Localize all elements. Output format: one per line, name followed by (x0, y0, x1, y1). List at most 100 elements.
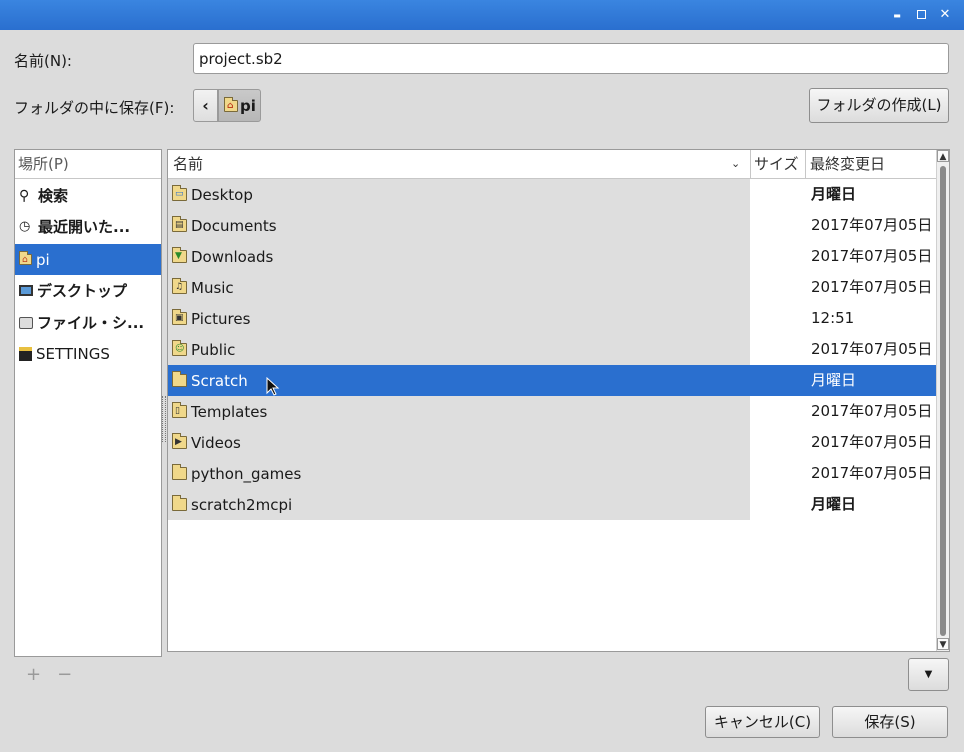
sort-chevron-down-icon[interactable]: ⌄ (731, 150, 740, 178)
places-item-recent[interactable]: ◷ 最近開いた... (15, 211, 161, 242)
pane-splitter-handle[interactable] (162, 396, 166, 442)
home-icon: ⌂ (19, 251, 32, 265)
file-modified: 月曜日 (811, 495, 857, 513)
places-item-label: SETTINGS (36, 344, 110, 363)
scroll-thumb[interactable] (940, 166, 946, 636)
file-list: 名前 ⌄ サイズ 最終変更日 ▭ Desktop 月曜日 ▤ Documents 2… (167, 149, 950, 652)
folder-music-icon: ♫ (172, 278, 187, 294)
places-header: 場所(P) (15, 150, 161, 179)
scroll-down-icon[interactable]: ▼ (937, 638, 949, 650)
folder-icon (172, 371, 187, 387)
file-modified: 12:51 (811, 309, 855, 327)
vertical-scrollbar[interactable]: ▲ ▼ (936, 150, 949, 651)
filename-input[interactable] (193, 43, 949, 74)
chevron-down-icon: ▼ (924, 669, 933, 680)
places-item-label: pi (36, 250, 50, 269)
file-modified: 2017年07月05日 (811, 433, 933, 451)
folder-videos-icon: ▶ (172, 433, 187, 449)
file-modified: 2017年07月05日 (811, 464, 933, 482)
minimize-icon: ▬ (893, 11, 901, 20)
column-header-size[interactable]: サイズ (754, 150, 799, 178)
file-name: python_games (191, 464, 302, 483)
file-modified: 2017年07月05日 (811, 247, 933, 265)
file-row-python-games[interactable]: python_games 2017年07月05日 (168, 458, 936, 489)
cancel-button[interactable]: キャンセル(C) (705, 706, 820, 738)
file-row-templates[interactable]: ▯ Templates 2017年07月05日 (168, 396, 936, 427)
places-item-label: ファイル・シ... (37, 314, 145, 332)
folder-label: フォルダの中に保存(F): (14, 99, 175, 117)
maximize-button[interactable] (912, 6, 930, 24)
file-row-desktop[interactable]: ▭ Desktop 月曜日 (168, 179, 936, 210)
places-sidebar: 場所(P) ⚲ 検索 ◷ 最近開いた... ⌂ pi デスクトップ ファイル・シ… (14, 149, 162, 657)
file-row-public[interactable]: ☺ Public 2017年07月05日 (168, 334, 936, 365)
file-modified: 2017年07月05日 (811, 340, 933, 358)
file-row-scratch2mcpi[interactable]: scratch2mcpi 月曜日 (168, 489, 936, 520)
places-item-label: 検索 (38, 187, 69, 205)
column-separator (805, 150, 806, 178)
places-item-settings[interactable]: SETTINGS (15, 338, 161, 369)
file-row-downloads[interactable]: ▼ Downloads 2017年07月05日 (168, 241, 936, 272)
file-modified: 2017年07月05日 (811, 216, 933, 234)
file-modified: 月曜日 (811, 371, 857, 389)
mouse-cursor-icon (266, 377, 280, 396)
places-item-desktop[interactable]: デスクトップ (15, 275, 161, 306)
close-icon: ✕ (939, 7, 951, 22)
add-bookmark-button[interactable]: + (26, 664, 41, 685)
folder-templates-icon: ▯ (172, 402, 187, 418)
file-type-dropdown-button[interactable]: ▼ (908, 658, 949, 691)
folder-icon (172, 464, 187, 480)
maximize-icon (916, 10, 926, 19)
remove-bookmark-button[interactable]: − (57, 664, 72, 685)
file-name: Videos (191, 433, 241, 452)
file-modified: 2017年07月05日 (811, 402, 933, 420)
desktop-icon (19, 285, 33, 296)
file-name: Templates (191, 402, 268, 421)
window-controls: ▬ ✕ (888, 6, 954, 24)
places-item-label: 最近開いた... (38, 218, 131, 236)
file-name: Documents (191, 216, 277, 235)
create-folder-button[interactable]: フォルダの作成(L) (809, 88, 949, 123)
places-item-search[interactable]: ⚲ 検索 (15, 180, 161, 211)
places-item-filesystem[interactable]: ファイル・シ... (15, 307, 161, 338)
folder-downloads-icon: ▼ (172, 247, 187, 263)
save-button[interactable]: 保存(S) (832, 706, 948, 738)
places-item-label: デスクトップ (37, 282, 128, 300)
search-icon: ⚲ (19, 187, 30, 204)
title-bar: ▬ ✕ (0, 0, 964, 30)
file-modified: 2017年07月05日 (811, 278, 933, 296)
file-name: Pictures (191, 309, 251, 328)
file-name: Downloads (191, 247, 274, 266)
drive-icon (19, 316, 33, 329)
file-row-music[interactable]: ♫ Music 2017年07月05日 (168, 272, 936, 303)
file-row-documents[interactable]: ▤ Documents 2017年07月05日 (168, 210, 936, 241)
column-header-name[interactable]: 名前 (173, 150, 203, 178)
folder-icon (172, 495, 187, 511)
file-row-videos[interactable]: ▶ Videos 2017年07月05日 (168, 427, 936, 458)
column-header-modified[interactable]: 最終変更日 (810, 150, 885, 178)
file-name: Public (191, 340, 236, 359)
folder-pictures-icon: ▣ (172, 309, 187, 325)
places-item-pi[interactable]: ⌂ pi (15, 244, 161, 275)
path-button-label: pi (240, 96, 256, 115)
file-name: scratch2mcpi (191, 495, 293, 514)
path-back-button[interactable]: ‹ (193, 89, 218, 122)
path-button-pi[interactable]: ⌂ pi (218, 89, 261, 122)
name-label: 名前(N): (14, 52, 72, 70)
folder-public-icon: ☺ (172, 340, 187, 356)
home-folder-icon: ⌂ (224, 96, 238, 112)
file-name: Scratch (191, 371, 248, 390)
minimize-button[interactable]: ▬ (888, 6, 906, 24)
folder-desktop-icon: ▭ (172, 185, 187, 201)
file-name: Desktop (191, 185, 253, 204)
file-list-header: 名前 ⌄ サイズ 最終変更日 (168, 150, 936, 179)
scroll-up-icon[interactable]: ▲ (937, 150, 949, 162)
file-row-scratch[interactable]: Scratch 月曜日 (168, 365, 936, 396)
file-modified: 月曜日 (811, 185, 857, 203)
places-edit-controls: + − (26, 664, 72, 685)
file-row-pictures[interactable]: ▣ Pictures 12:51 (168, 303, 936, 334)
column-separator (750, 150, 751, 178)
close-button[interactable]: ✕ (936, 6, 954, 24)
file-name: Music (191, 278, 234, 297)
recent-icon: ◷ (19, 219, 31, 234)
usb-drive-icon (19, 346, 32, 361)
